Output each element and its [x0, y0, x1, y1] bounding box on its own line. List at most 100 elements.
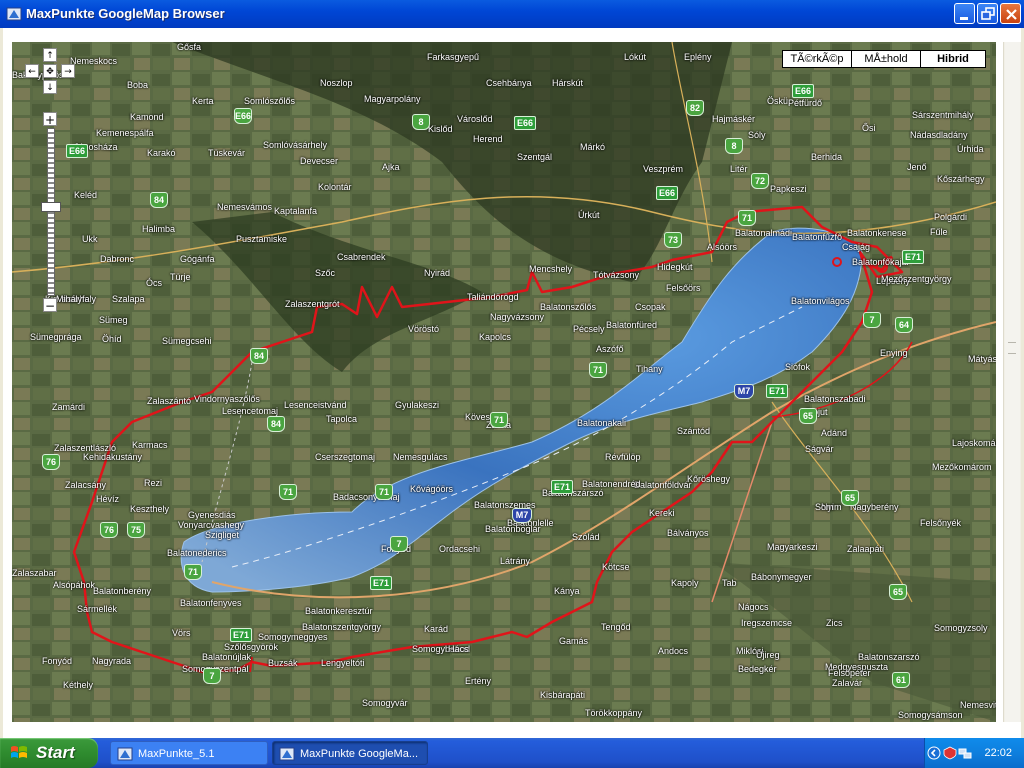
place-label: Karmacs [132, 440, 168, 450]
place-label: Révfülöp [605, 452, 641, 462]
place-label: Ajka [382, 162, 400, 172]
road-shield: 65 [799, 408, 817, 424]
tray-expand-icon[interactable] [927, 746, 941, 760]
place-label: Vöröstó [408, 324, 440, 334]
place-label: Bábonymegyer [751, 572, 812, 582]
place-label: Balatonberény [93, 586, 152, 596]
place-label: Andocs [658, 646, 689, 656]
clock: 22:02 [984, 747, 1012, 759]
place-label: Balatonfüred [606, 320, 658, 330]
taskbar-item-maxpunkte[interactable]: MaxPunkte_5.1 [110, 741, 268, 765]
place-label: Mencshely [529, 264, 573, 274]
scrollbar-thumb[interactable] [1005, 42, 1020, 722]
road-shield: E66 [792, 84, 815, 98]
place-label: Keléd [74, 190, 98, 200]
place-label: Alsóörs [707, 242, 738, 252]
place-label: Balatonalmádi [735, 228, 793, 238]
place-label: Rezi [144, 478, 163, 488]
place-label: Somogymeggyes [258, 632, 328, 642]
place-label: Somlószőlős [244, 96, 296, 106]
satellite-map[interactable] [12, 42, 996, 722]
place-label: Devecser [300, 156, 339, 166]
close-button[interactable] [1000, 3, 1021, 24]
place-label: Mezőkomárom [932, 462, 992, 472]
place-label: Lajoskomárom [952, 438, 996, 448]
zoom-out-button[interactable]: − [43, 298, 57, 313]
place-label: Gősfa [177, 42, 202, 52]
place-label: Hács [448, 644, 469, 654]
road-shield: 75 [127, 522, 145, 538]
place-label: Mezőszentgyörgy [881, 274, 952, 284]
place-label: Kőszárhegy [937, 174, 985, 184]
map-type-button-map[interactable]: TÃ©rkÃ©p [782, 50, 852, 68]
place-label: Kamond [130, 112, 164, 122]
place-label: Balatonakali [577, 418, 627, 428]
minimize-button[interactable] [954, 3, 975, 24]
road-shield: 61 [892, 672, 910, 688]
place-label: Zalaszabar [12, 568, 57, 578]
zoom-slider-thumb[interactable] [41, 202, 61, 212]
pan-center-button[interactable]: ✥ [43, 64, 57, 78]
place-label: Tihany [636, 364, 663, 374]
place-label: Ócs [146, 278, 163, 288]
place-label: Kapolcs [479, 332, 512, 342]
map-type-button-satellite[interactable]: MÅ±hold [851, 50, 921, 68]
pan-down-button[interactable]: ↓ [43, 80, 57, 94]
road-shield: 7 [390, 536, 408, 552]
place-label: Tapolca [326, 414, 358, 424]
place-label: Gyulakeszi [395, 400, 440, 410]
place-label: Kötcse [602, 562, 630, 572]
start-button[interactable]: Start [0, 738, 98, 768]
place-label: Balatonederics [167, 548, 227, 558]
place-label: Városlőd [457, 114, 493, 124]
place-label: Kéthely [63, 680, 94, 690]
place-label: Kaptalanfa [274, 206, 318, 216]
security-icon[interactable] [943, 746, 957, 760]
place-label: Törökkoppány [585, 708, 643, 718]
place-label: Újireg [756, 650, 780, 660]
place-label: Balatonfőkajár [852, 257, 910, 267]
place-label: Ordacsehi [439, 544, 481, 554]
place-label: Kisbárapáti [540, 690, 586, 700]
road-shield: E71 [551, 480, 574, 494]
place-label: Szigliget [205, 530, 240, 540]
road-shield: 71 [490, 412, 508, 428]
title-bar[interactable]: MaxPunkte GoogleMap Browser [0, 0, 1024, 28]
place-label: Mátyásdomb [968, 354, 996, 364]
place-label: Eplény [684, 52, 712, 62]
road-shield: E71 [370, 576, 393, 590]
place-label: Kemenespálfa [96, 128, 154, 138]
road-shield: 8 [725, 138, 743, 154]
road-shield: 8 [412, 114, 430, 130]
map-type-button-hybrid[interactable]: Hibrid [920, 50, 986, 68]
place-label: Sümeg [99, 315, 128, 325]
vertical-scrollbar[interactable] [1003, 42, 1021, 722]
maximize-button[interactable] [977, 3, 998, 24]
place-label: Balatonszőlős [540, 302, 597, 312]
network-icon[interactable] [958, 746, 972, 760]
map-view[interactable]: NemeskocsGősfaBakonypölöskeFarkasgyepűLó… [12, 42, 996, 722]
place-label: Balatonújlak [202, 652, 252, 662]
zoom-in-button[interactable]: + [43, 112, 57, 127]
pan-up-button[interactable]: ↑ [43, 48, 57, 62]
place-label: Somlóvásárhely [263, 140, 328, 150]
place-label: Csajág [842, 242, 871, 252]
taskbar-item-googlemap-browser[interactable]: MaxPunkte GoogleMa... [272, 741, 428, 765]
place-label: Balatonszabadi [804, 394, 866, 404]
zoom-slider-track[interactable] [47, 128, 55, 296]
place-label: Zalaszentgrót [285, 299, 340, 309]
road-shield: 84 [250, 348, 268, 364]
place-label: Úrhida [957, 144, 984, 154]
place-label: Gamás [559, 636, 589, 646]
place-label: Lengyeltóti [321, 658, 365, 668]
road-shield: 76 [42, 454, 60, 470]
road-shield: E71 [766, 384, 789, 398]
place-label: Felsőörs [666, 283, 701, 293]
pan-right-button[interactable]: → [61, 64, 75, 78]
place-label: Márkó [580, 142, 606, 152]
place-label: Magyarpolány [364, 94, 421, 104]
place-label: Zalacsány [65, 480, 107, 490]
place-label: Csopak [635, 302, 666, 312]
place-label: Nagyrada [92, 656, 132, 666]
pan-left-button[interactable]: ← [25, 64, 39, 78]
